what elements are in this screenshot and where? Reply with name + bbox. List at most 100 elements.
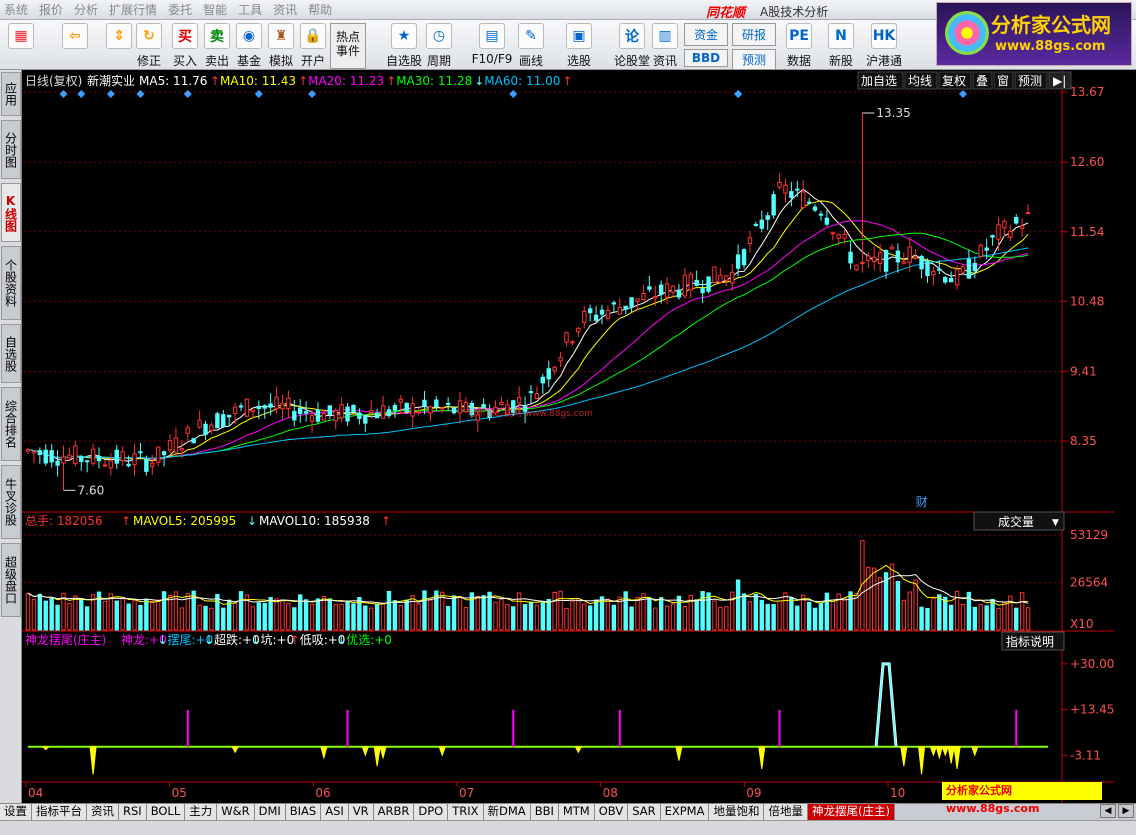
- candle-body-0: [25, 449, 31, 452]
- toolbar-revise-button[interactable]: ↻ 修正: [134, 23, 164, 69]
- indicator-tab-6[interactable]: W&R: [217, 804, 255, 820]
- toolbar-news-button[interactable]: ▥ 资讯: [650, 23, 680, 69]
- candle-body-95: [587, 308, 593, 314]
- indicator-tab-12[interactable]: DPO: [414, 804, 449, 820]
- candle-body-43: [280, 403, 285, 410]
- menu-8[interactable]: 帮助: [308, 1, 332, 18]
- indicator-tab-13[interactable]: TRIX: [448, 804, 484, 820]
- toolbar-buy-button[interactable]: 买买入: [170, 23, 200, 69]
- left-tab-3[interactable]: 个股资料: [1, 246, 21, 320]
- toolbar-f10-button[interactable]: ▤ F10/F9: [470, 23, 514, 69]
- vol-bar-121: [741, 593, 747, 631]
- indicator-tab-11[interactable]: ARBR: [373, 804, 415, 820]
- vol-bar-118: [724, 606, 729, 631]
- left-tab-6[interactable]: 牛叉诊股: [1, 465, 21, 539]
- toolbar-data-button[interactable]: PE 数据: [784, 23, 814, 69]
- menu-7[interactable]: 资讯: [273, 1, 297, 18]
- header-btn-1[interactable]: 均线: [908, 74, 932, 88]
- left-tab-5[interactable]: 综合排名: [1, 387, 21, 461]
- toolbar-forum-button[interactable]: 论论股堂: [610, 23, 654, 69]
- toolbar-sell-button[interactable]: 卖卖出: [202, 23, 232, 69]
- vol-tick-label-0: 53129: [1070, 528, 1108, 542]
- indicator-tab-19[interactable]: EXPMA: [660, 804, 710, 820]
- indicator-tab-21[interactable]: 倍地量: [764, 804, 808, 820]
- toolbar-period-button[interactable]: ◷ 周期: [424, 23, 454, 69]
- indicator-tab-9[interactable]: ASI: [321, 804, 349, 820]
- candle-body-121: [741, 249, 747, 266]
- header-btn-2[interactable]: 复权: [942, 74, 966, 88]
- vol-bar-83: [516, 592, 522, 631]
- toolbar-research-button[interactable]: 研报 预测: [732, 23, 776, 70]
- tab-left-icon[interactable]: ◀: [1100, 804, 1116, 818]
- candle-body-26: [179, 448, 185, 451]
- ind-tick-label-2: -3.11: [1070, 748, 1101, 762]
- toolbar-updown-button[interactable]: ⇕: [104, 23, 134, 69]
- toolbar-hkconnect-button[interactable]: HK 沪港通: [862, 23, 906, 69]
- tab-scroll-buttons[interactable]: ◀ ▶: [1100, 804, 1134, 818]
- indicator-tab-22[interactable]: 神龙摆尾(庄主): [807, 804, 895, 820]
- left-tab-2[interactable]: K线图: [1, 183, 21, 242]
- toolbar-watchlist-button[interactable]: ★ 自选股: [382, 23, 426, 69]
- header-btn-3[interactable]: 叠: [976, 74, 988, 88]
- toolbar-draw-button[interactable]: ✎ 画线: [516, 23, 546, 69]
- toolbar-home-button[interactable]: ▦: [6, 23, 36, 69]
- toolbar-open-button[interactable]: 🔒 开户: [298, 23, 328, 69]
- vol-selector[interactable]: 成交量: [998, 514, 1034, 529]
- candle-body-104: [641, 292, 646, 300]
- indicator-tab-4[interactable]: BOLL: [146, 804, 186, 820]
- vol-bar-164: [996, 607, 1001, 631]
- vol-bar-74: [463, 607, 469, 631]
- left-tab-7[interactable]: 超级盘口: [1, 543, 21, 617]
- toolbar-hot-button[interactable]: 热点事件: [330, 23, 366, 69]
- tab-right-icon[interactable]: ▶: [1118, 804, 1134, 818]
- indicator-tab-14[interactable]: 新DMA: [483, 804, 531, 820]
- candle-body-117: [718, 274, 723, 283]
- nav-icon: ▶|: [1053, 74, 1066, 88]
- left-tab-4[interactable]: 自选股: [1, 324, 21, 383]
- vol-bar-60: [380, 603, 386, 631]
- ind-arrow-2: ↓: [251, 633, 261, 647]
- left-tab-1[interactable]: 分时图: [1, 120, 21, 179]
- candle-body-30: [203, 423, 208, 435]
- menu-2[interactable]: 分析: [74, 1, 98, 18]
- indicator-tab-2[interactable]: 资讯: [87, 804, 119, 820]
- indicator-tab-10[interactable]: VR: [348, 804, 374, 820]
- toolbar-back-button[interactable]: ⇦: [60, 23, 90, 69]
- toolbar-capital-button[interactable]: 资金 BBD: [684, 23, 728, 69]
- ind-help[interactable]: 指标说明: [1006, 634, 1054, 649]
- menu-0[interactable]: 系统: [4, 1, 28, 18]
- vol-bar-119: [730, 591, 735, 631]
- indicator-tab-0[interactable]: 设置: [0, 804, 32, 820]
- f10-icon: ▤: [479, 23, 505, 49]
- vol-bar-160: [972, 606, 978, 631]
- header-btn-0[interactable]: 加自选: [861, 74, 897, 88]
- indicator-tab-1[interactable]: 指标平台: [32, 804, 87, 820]
- indicator-tab-5[interactable]: 主力: [185, 804, 218, 820]
- indicator-tab-3[interactable]: RSI: [119, 804, 147, 820]
- menu-5[interactable]: 智能: [203, 1, 227, 18]
- vol-bar-15: [114, 600, 119, 631]
- indicator-tab-7[interactable]: DMI: [254, 804, 286, 820]
- indicator-tab-15[interactable]: BBI: [530, 804, 559, 820]
- vol-bar-148: [901, 599, 907, 631]
- indicator-tab-17[interactable]: OBV: [594, 804, 629, 820]
- candle-body-91: [564, 332, 569, 343]
- menu-4[interactable]: 委托: [168, 1, 192, 18]
- indicator-tab-20[interactable]: 地量饱和: [709, 804, 765, 820]
- indicator-tab-18[interactable]: SAR: [628, 804, 661, 820]
- kline-chart[interactable]: 13.67 12.60 11.54 10.48 9.41 8.35 日线(复权) 新潮实业 MA…: [22, 70, 1136, 803]
- toolbar-simulate-button[interactable]: ♜ 模拟: [266, 23, 296, 69]
- toolbar-newstock-button[interactable]: N 新股: [826, 23, 856, 69]
- left-tab-0[interactable]: 应用: [1, 72, 21, 116]
- candle-body-14: [108, 460, 114, 469]
- header-btn-4[interactable]: 窗: [997, 74, 1009, 88]
- indicator-tab-16[interactable]: MTM: [558, 804, 595, 820]
- header-btn-5[interactable]: 预测: [1018, 74, 1042, 88]
- toolbar-fund-button[interactable]: ◉ 基金: [234, 23, 264, 69]
- menu-3[interactable]: 扩展行情: [109, 1, 157, 18]
- menu-6[interactable]: 工具: [238, 1, 262, 18]
- vol-bar-52: [333, 603, 338, 631]
- toolbar-select-button[interactable]: ▣ 选股: [564, 23, 594, 69]
- indicator-tab-8[interactable]: BIAS: [285, 804, 322, 820]
- menu-1[interactable]: 报价: [39, 1, 63, 18]
